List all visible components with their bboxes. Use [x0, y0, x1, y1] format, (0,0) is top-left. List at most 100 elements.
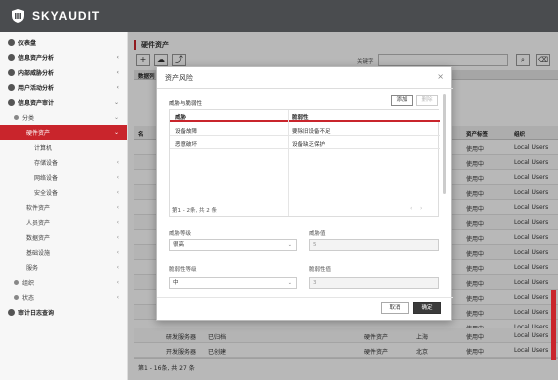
threat-icon — [8, 69, 15, 76]
chevron-left-icon: ‹ — [116, 84, 119, 91]
threat-level-select[interactable]: 很高 ⌄ — [169, 239, 297, 251]
log-icon — [8, 309, 15, 316]
status-icon — [14, 295, 19, 300]
chart-icon — [8, 54, 15, 61]
sidebar-item-label: 仪表盘 — [18, 40, 37, 47]
sidebar-item-organization[interactable]: 组织 ‹ — [0, 275, 127, 290]
chevron-right-icon[interactable]: › — [420, 205, 422, 212]
chevron-down-icon: ⌄ — [287, 280, 292, 286]
sidebar-item-status[interactable]: 状态 ‹ — [0, 290, 127, 305]
sidebar-item-user-activity[interactable]: 用户活动分析 ‹ — [0, 80, 127, 95]
chevron-left-icon: ‹ — [116, 69, 119, 76]
sidebar-item-label: 状态 — [22, 295, 35, 302]
sidebar-item-label: 信息资产分析 — [18, 55, 55, 62]
chevron-down-icon: ⌄ — [287, 242, 292, 248]
chevron-left-icon: ‹ — [116, 234, 119, 241]
sidebar-item-network[interactable]: 网络设备 ‹ — [0, 170, 127, 185]
divider — [157, 297, 453, 298]
chevron-down-icon: ⌄ — [113, 99, 119, 106]
pager-arrows: ‹ › — [410, 205, 422, 212]
sidebar-item-label: 审计日志查询 — [18, 310, 55, 317]
sidebar-item-label: 分类 — [22, 115, 35, 122]
vuln-value-field: 3 — [309, 277, 439, 289]
sidebar-item-label: 数据资产 — [26, 235, 51, 242]
sidebar-item-label: 内部威胁分析 — [18, 70, 55, 77]
threat-level-label: 威胁等级 — [169, 231, 192, 237]
sidebar-item-security-device[interactable]: 安全设备 ‹ — [0, 185, 127, 200]
chevron-down-icon: ⌄ — [113, 129, 119, 136]
sidebar-item-software[interactable]: 软件资产 ‹ — [0, 200, 127, 215]
chevron-left-icon: ‹ — [116, 204, 119, 211]
delete-threat-button[interactable]: 删除 — [416, 95, 438, 106]
sidebar-item-hardware[interactable]: 硬件资产 ⌄ — [0, 125, 127, 140]
sidebar-item-asset-analysis[interactable]: 信息资产分析 ‹ — [0, 50, 127, 65]
sidebar-item-asset-audit[interactable]: 信息资产审计 ⌄ — [0, 95, 127, 110]
dialog-scrollbar[interactable] — [443, 94, 446, 194]
audit-icon — [8, 99, 15, 106]
sidebar-item-label: 软件资产 — [26, 205, 51, 212]
sidebar-item-category[interactable]: 分类 ⌄ — [0, 110, 127, 125]
dialog-pagination-info: 第1 - 2条, 共 2 条 — [172, 208, 217, 214]
ok-button[interactable]: 确定 — [413, 302, 441, 314]
threat-table-header: 威胁 脆弱性 — [170, 110, 440, 122]
top-bar: SKYAUDIT — [0, 0, 558, 32]
dashboard-icon — [8, 39, 15, 46]
chevron-down-icon: ⌄ — [113, 114, 119, 121]
sidebar-item-dashboard[interactable]: 仪表盘 — [0, 35, 127, 50]
sidebar-item-label: 硬件资产 — [26, 130, 51, 137]
asset-risk-dialog: 资产风险 × 威胁与脆弱性 添加 删除 威胁 脆弱性 设备故障 要除旧设备不足 … — [156, 66, 453, 321]
sidebar-item-label: 安全设备 — [34, 190, 59, 197]
sidebar-item-label: 基础设施 — [26, 250, 51, 257]
sidebar-item-computer[interactable]: 计算机 — [0, 140, 127, 155]
chevron-left-icon: ‹ — [116, 189, 119, 196]
section-label: 威胁与脆弱性 — [169, 101, 203, 107]
sidebar-item-label: 存储设备 — [34, 160, 59, 167]
dialog-title: 资产风险 — [165, 74, 193, 82]
divider — [157, 88, 453, 89]
chevron-left-icon: ‹ — [116, 54, 119, 61]
sidebar-item-label: 组织 — [22, 280, 35, 287]
chevron-left-icon: ‹ — [116, 264, 119, 271]
threat-row[interactable]: 恶意破坏 设备缺乏保护 — [170, 137, 440, 149]
sidebar-item-storage[interactable]: 存储设备 ‹ — [0, 155, 127, 170]
sidebar-item-label: 服务 — [26, 265, 39, 272]
column-divider — [288, 110, 289, 216]
vuln-level-label: 脆弱性等级 — [169, 267, 197, 273]
sidebar-item-label: 信息资产审计 — [18, 100, 55, 107]
threat-value-label: 威胁值 — [309, 231, 326, 237]
chevron-left-icon: ‹ — [116, 249, 119, 256]
page-scrollbar[interactable] — [551, 290, 556, 360]
chevron-left-icon: ‹ — [116, 219, 119, 226]
logo-shield-icon — [10, 8, 26, 24]
app-window: SKYAUDIT 仪表盘 信息资产分析 ‹ 内部威胁分析 ‹ 用户活动分析 ‹ 信息资… — [0, 0, 558, 380]
cancel-button[interactable]: 取消 — [381, 302, 409, 314]
list-icon — [14, 115, 19, 120]
org-icon — [14, 280, 19, 285]
chevron-left-icon: ‹ — [116, 294, 119, 301]
sidebar-item-personnel[interactable]: 人员资产 ‹ — [0, 215, 127, 230]
sidebar-item-label: 网络设备 — [34, 175, 59, 182]
sidebar-item-data[interactable]: 数据资产 ‹ — [0, 230, 127, 245]
app-name: SKYAUDIT — [32, 9, 101, 23]
sidebar-item-service[interactable]: 服务 ‹ — [0, 260, 127, 275]
threat-row[interactable]: 设备故障 要除旧设备不足 — [170, 124, 440, 136]
add-threat-button[interactable]: 添加 — [391, 95, 413, 106]
close-icon[interactable]: × — [437, 72, 444, 81]
sidebar-item-audit-log[interactable]: 审计日志查询 — [0, 305, 127, 320]
threat-table: 威胁 脆弱性 设备故障 要除旧设备不足 恶意破坏 设备缺乏保护 — [169, 109, 440, 217]
sidebar-item-infrastructure[interactable]: 基础设施 ‹ — [0, 245, 127, 260]
chevron-left-icon: ‹ — [116, 174, 119, 181]
sidebar: 仪表盘 信息资产分析 ‹ 内部威胁分析 ‹ 用户活动分析 ‹ 信息资产审计 ⌄ 分类 ⌄ … — [0, 32, 128, 380]
user-icon — [8, 84, 15, 91]
sidebar-item-label: 人员资产 — [26, 220, 51, 227]
column-header-vulnerability: 脆弱性 — [292, 115, 309, 121]
chevron-left-icon: ‹ — [116, 279, 119, 286]
column-header-threat: 威胁 — [175, 115, 187, 121]
vuln-value-label: 脆弱性值 — [309, 267, 332, 273]
chevron-left-icon[interactable]: ‹ — [410, 205, 412, 212]
sidebar-item-threat-analysis[interactable]: 内部威胁分析 ‹ — [0, 65, 127, 80]
threat-value-field: 5 — [309, 239, 439, 251]
sidebar-item-label: 用户活动分析 — [18, 85, 55, 92]
vuln-level-select[interactable]: 中 ⌄ — [169, 277, 297, 289]
sidebar-item-label: 计算机 — [34, 145, 53, 152]
